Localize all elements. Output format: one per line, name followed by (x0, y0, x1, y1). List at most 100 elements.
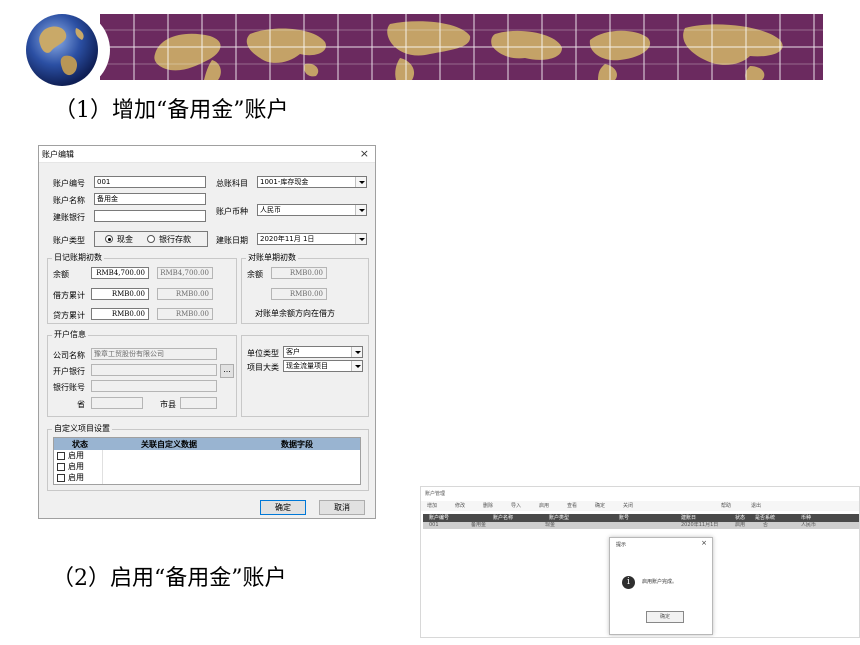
journal-balance-readonly: RMB4,700.00 (157, 267, 213, 279)
cancel-button[interactable]: 取消 (319, 500, 365, 515)
bank-deposit-radio[interactable] (147, 235, 155, 243)
enable-checkbox[interactable] (57, 452, 65, 460)
step2-heading: （2）启用“备用金”账户 (52, 566, 287, 591)
toolbar-add[interactable]: 增加 (427, 503, 437, 510)
gl-subject-label: 总账科目 (216, 179, 248, 188)
bank-label: 建账银行 (53, 213, 85, 222)
col-status: 状态 (735, 515, 746, 521)
message-text: 启用账户完成。 (642, 579, 678, 585)
journal-debit-label: 借方累计 (53, 291, 85, 300)
chevron-down-icon[interactable] (355, 177, 366, 187)
city-label: 市县 (160, 400, 176, 409)
cell-open-date: 2020年11月1日 (681, 522, 719, 528)
cell-currency: 人民币 (801, 522, 817, 528)
journal-credit-readonly: RMB0.00 (157, 308, 213, 320)
bank-input[interactable] (94, 210, 206, 222)
close-icon[interactable]: × (360, 147, 369, 160)
open-bank-label: 开户银行 (53, 367, 85, 376)
chevron-down-icon[interactable] (351, 361, 362, 371)
col-currency: 币种 (801, 515, 812, 521)
account-name-input[interactable]: 备用金 (94, 193, 206, 205)
item-class-label: 项目大类 (247, 363, 279, 372)
gl-subject-value: 1001-库存现金 (260, 178, 309, 186)
enable-label: 启用 (68, 473, 84, 482)
city-input (180, 397, 217, 409)
statement-balance-label: 余额 (247, 270, 263, 279)
toolbar-close[interactable]: 关闭 (623, 503, 633, 510)
browse-bank-button[interactable]: ... (220, 364, 234, 378)
cash-radio[interactable] (105, 235, 113, 243)
toolbar-edit[interactable]: 修改 (455, 503, 465, 510)
chevron-down-icon[interactable] (355, 234, 366, 244)
enable-checkbox[interactable] (57, 474, 65, 482)
toolbar: 增加 修改 删除 导入 启用 查看 确定 关闭 帮助 退出 (421, 501, 859, 511)
bank-deposit-radio-label: 银行存款 (159, 235, 191, 244)
message-ok-button[interactable]: 确定 (646, 611, 684, 623)
open-bank-input (91, 364, 217, 376)
message-title: 提示 (616, 542, 627, 548)
cell-account-name: 备用金 (471, 522, 487, 528)
step1-heading: （1）增加“备用金”账户 (54, 98, 289, 123)
toolbar-view[interactable]: 查看 (567, 503, 577, 510)
unit-type-label: 单位类型 (247, 349, 279, 358)
item-class-value: 现金流量项目 (286, 362, 328, 370)
cell-status: 启用 (735, 522, 746, 528)
toolbar-help[interactable]: 帮助 (721, 503, 731, 510)
cell-is-system: 否 (763, 522, 769, 528)
world-map-banner (100, 14, 823, 80)
statement-direction-note: 对账单余额方向在借方 (255, 309, 335, 318)
account-no-input[interactable]: 001 (94, 176, 206, 188)
toolbar-delete[interactable]: 删除 (483, 503, 493, 510)
item-class-select[interactable]: 现金流量项目 (283, 360, 363, 372)
cash-radio-label: 现金 (117, 235, 133, 244)
chevron-down-icon[interactable] (355, 205, 366, 215)
statement-opening-title: 对账单期初数 (246, 253, 298, 263)
enable-label: 启用 (68, 462, 84, 471)
open-date-label: 建账日期 (216, 236, 248, 245)
custom-items-header: 状态 关联自定义数据 数据字段 (54, 438, 360, 450)
chevron-down-icon[interactable] (351, 347, 362, 357)
table-row[interactable]: 001 备用金 现金 2020年11月1日 启用 否 人民币 (423, 522, 859, 529)
message-box: 提示 × 启用账户完成。 确定 (609, 537, 713, 635)
column-header-linked-data: 关联自定义数据 (141, 440, 197, 449)
enable-label: 启用 (68, 451, 84, 460)
journal-opening-title: 日记账期初数 (52, 253, 104, 263)
currency-value: 人民币 (260, 206, 281, 214)
col-account-number: 账号 (619, 515, 630, 521)
toolbar-enable[interactable]: 启用 (539, 503, 549, 510)
custom-items-title: 自定义项目设置 (52, 424, 112, 434)
window-title: 账户管理 (425, 491, 446, 497)
cell-account-no: 001 (429, 522, 439, 528)
province-label: 省 (77, 400, 85, 409)
journal-balance-input[interactable]: RMB4,700.00 (91, 267, 149, 279)
bank-account-input (91, 380, 217, 392)
ok-button[interactable]: 确定 (260, 500, 306, 515)
journal-balance-label: 余额 (53, 270, 69, 279)
journal-debit-readonly: RMB0.00 (157, 288, 213, 300)
open-date-picker[interactable]: 2020年11月 1日 (257, 233, 367, 245)
account-management-screenshot: 账户管理 增加 修改 删除 导入 启用 查看 确定 关闭 帮助 退出 账户编号 … (420, 486, 860, 638)
open-info-title: 开户信息 (52, 330, 88, 340)
col-account-name: 账户名称 (493, 515, 514, 521)
col-account-type: 账户类型 (549, 515, 570, 521)
toolbar-confirm[interactable]: 确定 (595, 503, 605, 510)
statement-balance-readonly-2: RMB0.00 (271, 288, 327, 300)
column-header-data-field: 数据字段 (281, 440, 313, 449)
unit-type-select[interactable]: 客户 (283, 346, 363, 358)
account-edit-dialog: 账户编辑 × 账户编号 001 账户名称 备用金 建账银行 账户类型 现金 银行… (38, 145, 376, 519)
dialog-titlebar: 账户编辑 × (39, 146, 375, 163)
company-name-label: 公司名称 (53, 351, 85, 360)
currency-select[interactable]: 人民币 (257, 204, 367, 216)
close-icon[interactable]: × (701, 540, 707, 547)
globe-icon (18, 8, 110, 92)
gl-subject-select[interactable]: 1001-库存现金 (257, 176, 367, 188)
account-type-label: 账户类型 (53, 236, 85, 245)
open-date-value: 2020年11月 1日 (260, 235, 315, 243)
enable-checkbox[interactable] (57, 463, 65, 471)
toolbar-exit[interactable]: 退出 (751, 503, 761, 510)
journal-credit-label: 贷方累计 (53, 311, 85, 320)
province-input (91, 397, 143, 409)
journal-debit-input[interactable]: RMB0.00 (91, 288, 149, 300)
toolbar-import[interactable]: 导入 (511, 503, 521, 510)
journal-credit-input[interactable]: RMB0.00 (91, 308, 149, 320)
